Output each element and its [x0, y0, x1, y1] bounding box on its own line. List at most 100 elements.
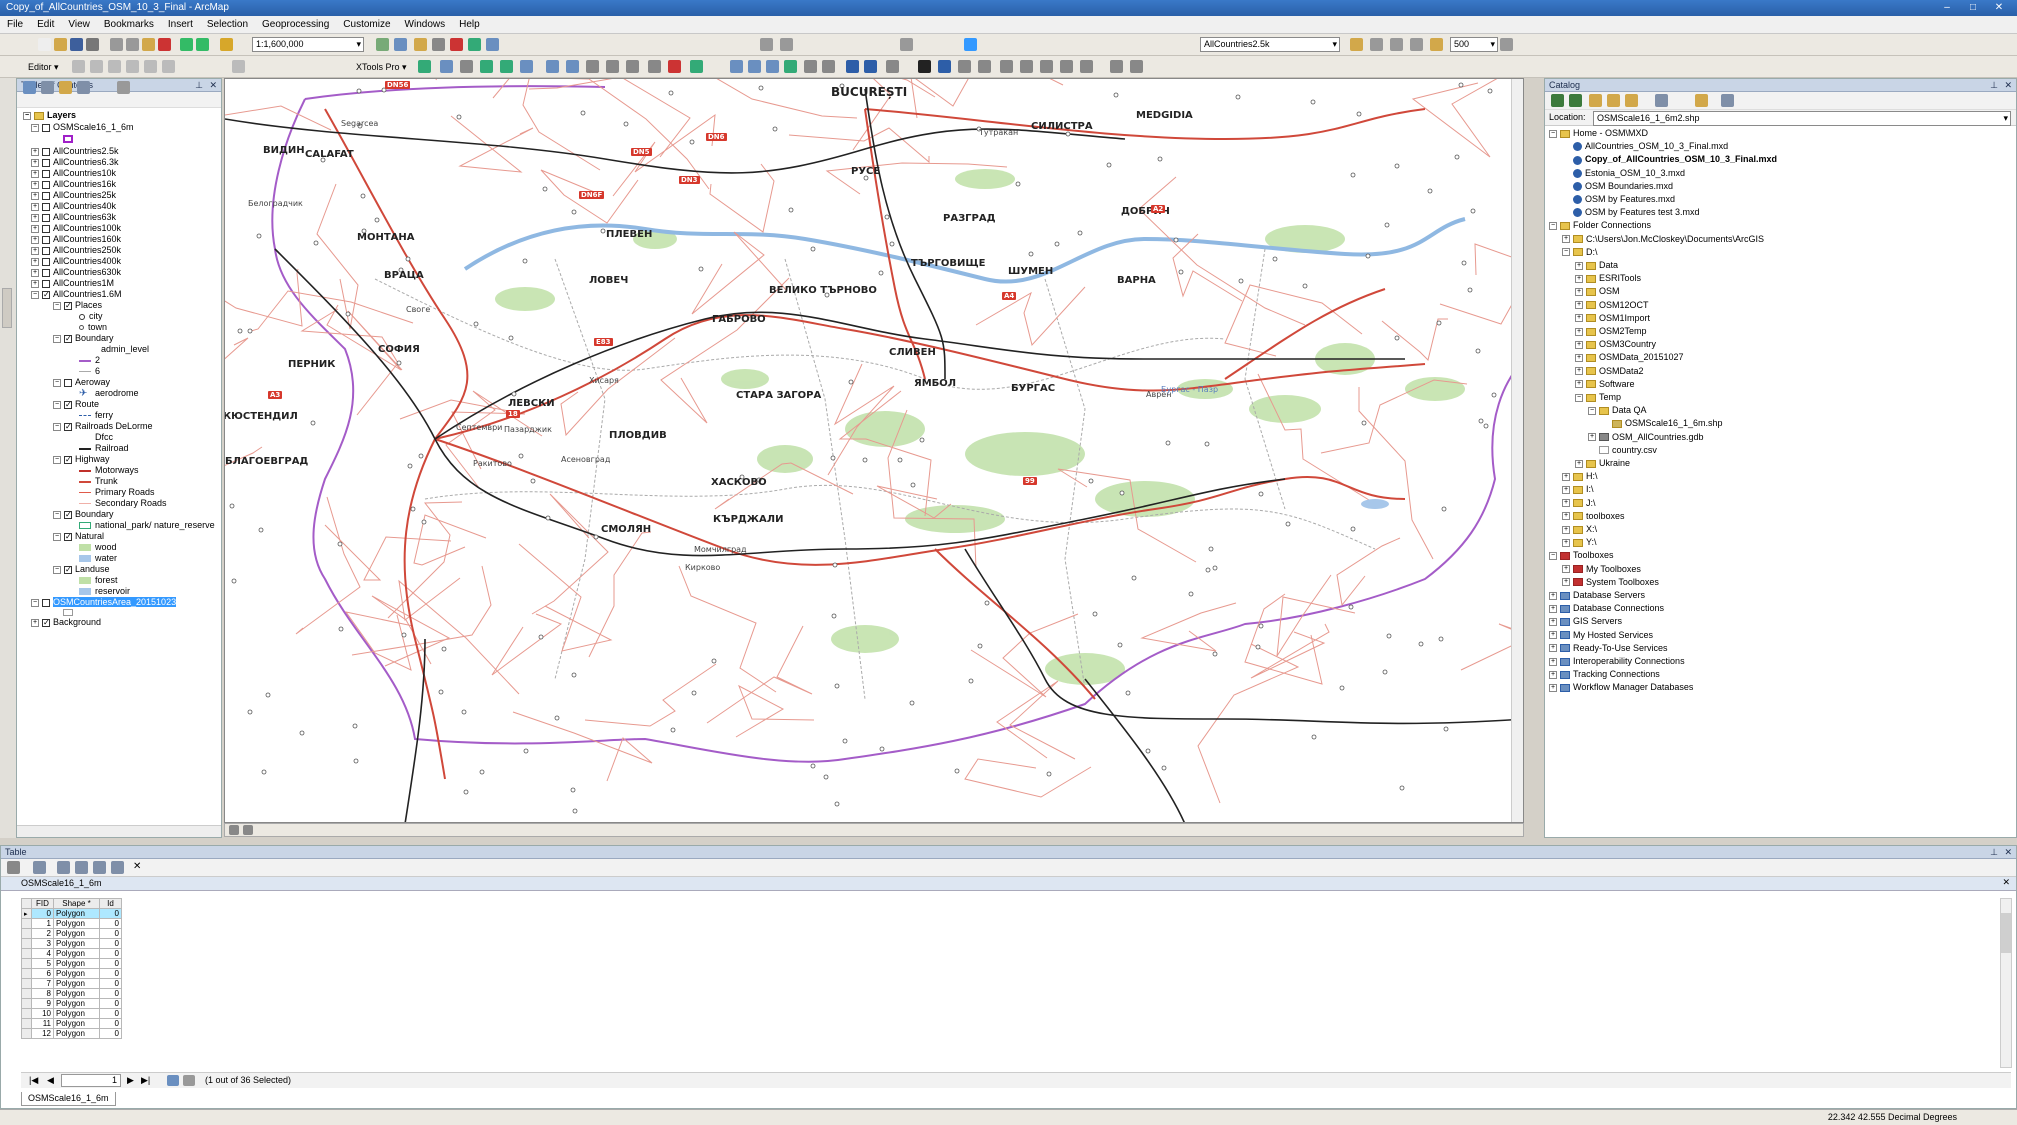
table-cell[interactable]: 8 [31, 988, 54, 999]
tolerance-up-icon[interactable] [1500, 38, 1513, 51]
toc-layer-6[interactable]: + AllCountries40k [31, 201, 116, 212]
expand-icon[interactable]: + [31, 169, 39, 178]
measure-tool-icon[interactable] [958, 60, 971, 73]
expand-icon[interactable]: + [1562, 538, 1570, 547]
close-icon[interactable]: ✕ [2004, 79, 2012, 91]
previous-record-button[interactable]: ◀ [47, 1075, 54, 1086]
info-icon[interactable] [938, 60, 951, 73]
catalog-item-30[interactable]: + X:\ [1562, 524, 1597, 535]
find-route2-icon[interactable] [978, 60, 991, 73]
catalog-item-8[interactable]: + C:\Users\Jon.McCloskey\Documents\ArcGIS [1562, 234, 1764, 245]
expand-icon[interactable]: + [1575, 314, 1583, 323]
table-cell[interactable]: 12 [31, 1028, 54, 1039]
table-icon[interactable] [460, 60, 473, 73]
table-row[interactable]: 12 Polygon 0 [21, 1028, 122, 1039]
find-route-icon[interactable] [648, 60, 661, 73]
catalog-item-40[interactable]: + Interoperability Connections [1549, 656, 1685, 667]
row-selector[interactable] [21, 1008, 32, 1019]
cut-polygon-icon[interactable] [162, 60, 175, 73]
zoom-tool-icon[interactable] [760, 38, 773, 51]
table-layer-tab[interactable]: OSMScale16_1_6m ✕ [1, 877, 2016, 891]
expand-icon[interactable]: + [1575, 274, 1583, 283]
visibility-checkbox[interactable] [42, 257, 50, 266]
visibility-checkbox[interactable]: ✓ [64, 301, 72, 310]
catalog-item-31[interactable]: + Y:\ [1562, 537, 1597, 548]
expand-icon[interactable]: + [31, 213, 39, 222]
toc-scrollbar[interactable] [17, 825, 221, 837]
table-row[interactable]: 6 Polygon 0 [21, 968, 122, 979]
list-by-source-icon[interactable] [41, 81, 54, 94]
expand-icon[interactable]: + [31, 224, 39, 233]
table-cell[interactable]: 3 [31, 938, 54, 949]
table-cell[interactable]: 0 [99, 938, 122, 949]
row-selector[interactable] [21, 978, 32, 989]
zoom-to-selected-icon[interactable] [111, 861, 124, 874]
highlight-color-icon[interactable] [964, 38, 977, 51]
table-cell[interactable]: Polygon [53, 928, 100, 939]
row-selector[interactable]: ▸ [21, 908, 32, 919]
location-input[interactable]: OSMScale16_1_6m2.shp [1593, 111, 2011, 126]
report-icon[interactable] [500, 60, 513, 73]
collapse-icon[interactable]: − [53, 455, 61, 464]
snap-edge-icon[interactable] [1430, 38, 1443, 51]
connect-folder-icon[interactable] [1607, 94, 1620, 107]
table-cell[interactable]: 0 [99, 908, 122, 919]
open-icon[interactable] [54, 38, 67, 51]
expand-icon[interactable]: + [31, 246, 39, 255]
time-icon[interactable] [1080, 60, 1093, 73]
table-cell[interactable]: Polygon [53, 958, 100, 969]
toc-layer-17[interactable]: town [79, 322, 107, 333]
catalog-item-32[interactable]: − Toolboxes [1549, 550, 1614, 561]
expand-icon[interactable]: − [1549, 129, 1557, 138]
catalog-item-16[interactable]: + OSM3Country [1575, 339, 1656, 350]
catalog-item-22[interactable]: OSMScale16_1_6m.shp [1601, 418, 1723, 429]
table-row[interactable]: 11 Polygon 0 [21, 1018, 122, 1029]
catalog-item-25[interactable]: + Ukraine [1575, 458, 1630, 469]
catalog-item-35[interactable]: + Database Servers [1549, 590, 1645, 601]
views-icon[interactable] [1655, 94, 1668, 107]
visibility-checkbox[interactable] [42, 169, 50, 178]
toc-layer-13[interactable]: + AllCountries1M [31, 278, 114, 289]
select-by-attributes-icon[interactable] [57, 861, 70, 874]
pan-icon[interactable] [766, 60, 779, 73]
table-cell[interactable]: 6 [31, 968, 54, 979]
catalog-item-26[interactable]: + H:\ [1562, 471, 1598, 482]
fixed-zoom-in-icon[interactable] [804, 60, 817, 73]
expand-icon[interactable]: + [31, 268, 39, 277]
catalog-item-4[interactable]: OSM Boundaries.mxd [1562, 181, 1673, 192]
map-view[interactable]: BUCUREȘTIFunduleaMEDGIDIAСИЛИСТРАРУСЕВИД… [224, 78, 1524, 823]
menu-selection[interactable]: Selection [200, 16, 255, 34]
catalog-item-41[interactable]: + Tracking Connections [1549, 669, 1660, 680]
catalog-item-5[interactable]: OSM by Features.mxd [1562, 194, 1675, 205]
xtools-menu-button[interactable]: XTools Pro ▾ [356, 60, 407, 74]
zoom-out-icon[interactable] [748, 60, 761, 73]
catalog-item-42[interactable]: + Workflow Manager Databases [1549, 682, 1693, 693]
collapse-icon[interactable]: − [53, 301, 61, 310]
table-cell[interactable]: 0 [99, 948, 122, 959]
options-icon[interactable] [1721, 94, 1734, 107]
data-frame-icon[interactable] [394, 38, 407, 51]
table-cell[interactable]: 0 [99, 1028, 122, 1039]
visibility-checkbox[interactable]: ✓ [64, 455, 72, 464]
table-cell[interactable]: 0 [99, 958, 122, 969]
dock-tab[interactable] [2, 288, 12, 328]
menu-edit[interactable]: Edit [30, 16, 61, 34]
table-row[interactable]: 8 Polygon 0 [21, 988, 122, 999]
close-icon[interactable]: ✕ [2004, 846, 2012, 858]
table-cell[interactable]: 0 [99, 998, 122, 1009]
python-icon[interactable] [468, 38, 481, 51]
toc-layer-42[interactable]: − OSMCountriesArea_20151023 [31, 597, 177, 608]
catalog-item-17[interactable]: + OSMData_20151027 [1575, 352, 1684, 363]
catalog-item-20[interactable]: − Temp [1575, 392, 1621, 403]
table-cell[interactable]: 11 [31, 1018, 54, 1029]
expand-icon[interactable]: − [31, 598, 39, 607]
catalog-item-18[interactable]: + OSMData2 [1575, 366, 1644, 377]
toc-layer-34[interactable]: − ✓ Boundary [53, 509, 114, 520]
table-cell[interactable]: 0 [99, 1008, 122, 1019]
undo-icon[interactable] [180, 38, 193, 51]
expand-icon[interactable]: + [1549, 670, 1557, 679]
delete-icon[interactable] [158, 38, 171, 51]
expand-icon[interactable]: + [1549, 684, 1557, 693]
table-options-icon[interactable] [7, 861, 20, 874]
collapse-icon[interactable]: − [53, 334, 61, 343]
